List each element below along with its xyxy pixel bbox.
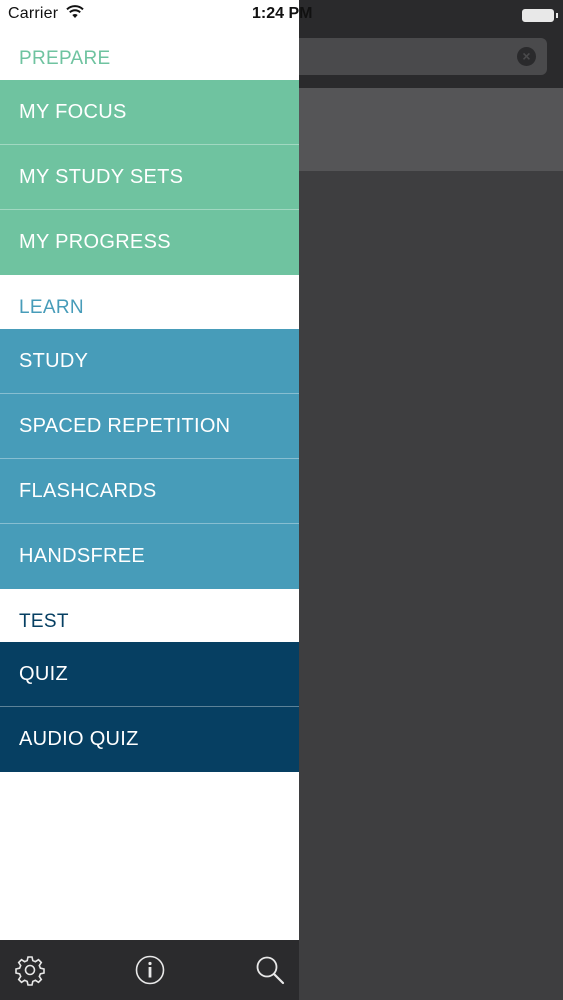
section-header-prepare: PREPARE [19, 48, 111, 69]
menu-item-my-study-sets[interactable]: MY STUDY SETS [0, 145, 299, 210]
wifi-icon [66, 5, 84, 18]
menu-item-study[interactable]: STUDY [0, 329, 299, 394]
menu-item-audio-quiz[interactable]: AUDIO QUIZ [0, 707, 299, 772]
clock-time: 1:24 PM [252, 5, 313, 22]
side-menu-drawer: Carrier 1:24 PM PREPARE MY FOCUS MY STUD… [0, 0, 312, 1000]
gear-icon[interactable] [14, 954, 46, 986]
menu-item-my-focus[interactable]: MY FOCUS [0, 80, 299, 145]
battery-icon [522, 9, 558, 22]
menu-item-spaced-repetition[interactable]: SPACED REPETITION [0, 394, 299, 459]
menu-item-quiz[interactable]: QUIZ [0, 642, 299, 707]
info-icon[interactable] [134, 954, 166, 986]
menu-item-flashcards[interactable]: FLASHCARDS [0, 459, 299, 524]
section-header-test: TEST [19, 611, 69, 632]
status-bar: Carrier 1:24 PM [0, 0, 312, 30]
search-icon[interactable] [254, 954, 286, 986]
clear-circle-icon[interactable]: × [517, 47, 536, 66]
carrier-label: Carrier [8, 5, 59, 22]
bottom-toolbar [0, 940, 299, 1000]
menu-item-my-progress[interactable]: MY PROGRESS [0, 210, 299, 275]
section-header-learn: LEARN [19, 297, 84, 318]
menu-item-handsfree[interactable]: HANDSFREE [0, 524, 299, 589]
